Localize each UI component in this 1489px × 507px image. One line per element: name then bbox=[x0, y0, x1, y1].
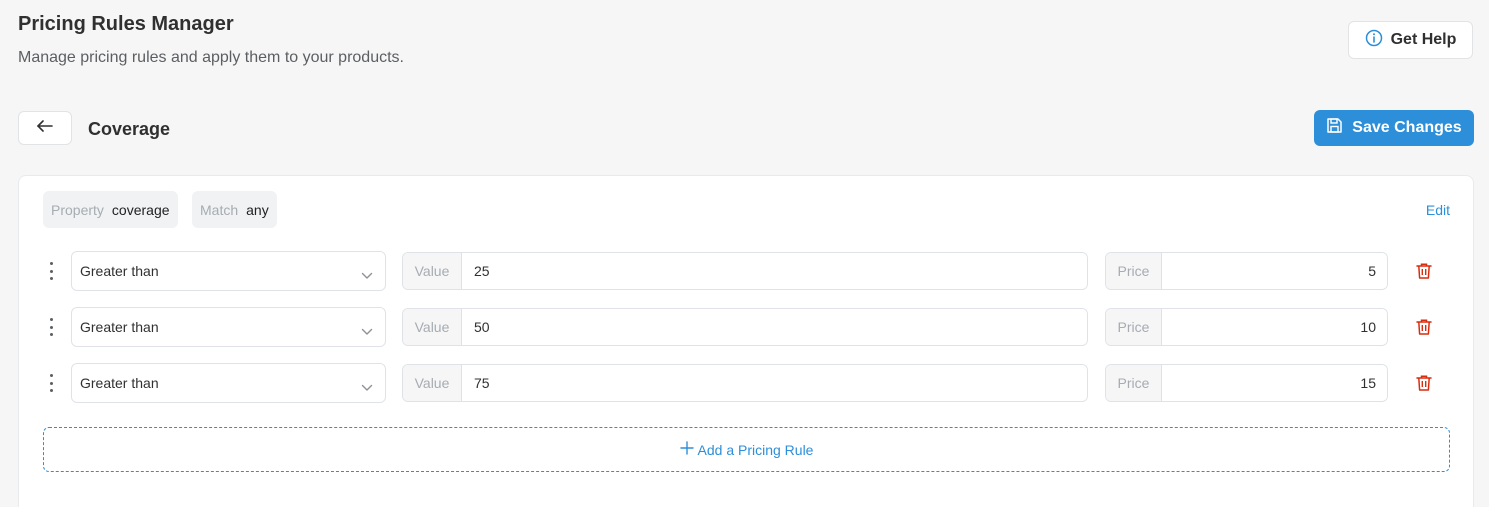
pricing-rules-card: Property coverage Match any Edit Greater… bbox=[18, 175, 1474, 507]
operator-select[interactable]: Greater than bbox=[71, 363, 386, 403]
drag-handle-icon[interactable] bbox=[47, 318, 55, 336]
value-input[interactable]: 75 bbox=[462, 365, 1087, 401]
add-pricing-rule-button[interactable]: Add a Pricing Rule bbox=[43, 427, 1450, 472]
price-input-group: Price 10 bbox=[1105, 308, 1388, 346]
price-input-group: Price 5 bbox=[1105, 252, 1388, 290]
get-help-button[interactable]: Get Help bbox=[1348, 21, 1473, 59]
value-input[interactable]: 50 bbox=[462, 309, 1087, 345]
price-input-group: Price 15 bbox=[1105, 364, 1388, 402]
arrow-left-icon bbox=[36, 119, 54, 138]
property-value: coverage bbox=[111, 201, 170, 218]
value-input-group: Value 50 bbox=[402, 308, 1088, 346]
operator-value: Greater than bbox=[80, 319, 159, 335]
pricing-rule-row: Greater than Value 25 Price 5 bbox=[19, 251, 1473, 291]
save-changes-button[interactable]: Save Changes bbox=[1314, 110, 1474, 146]
value-input-group: Value 25 bbox=[402, 252, 1088, 290]
match-key: Match bbox=[200, 201, 239, 218]
get-help-label: Get Help bbox=[1390, 31, 1457, 48]
page-subtitle: Manage pricing rules and apply them to y… bbox=[18, 49, 404, 66]
add-pricing-rule-label: Add a Pricing Rule bbox=[697, 441, 814, 458]
match-value: any bbox=[246, 201, 269, 218]
section-title: Coverage bbox=[88, 119, 171, 139]
operator-select[interactable]: Greater than bbox=[71, 307, 386, 347]
value-prefix-label: Value bbox=[403, 253, 462, 289]
plus-icon bbox=[679, 441, 694, 458]
price-prefix-label: Price bbox=[1106, 365, 1162, 401]
trash-icon[interactable] bbox=[1415, 262, 1433, 280]
value-prefix-label: Value bbox=[403, 365, 462, 401]
edit-link[interactable]: Edit bbox=[1426, 202, 1450, 218]
price-input[interactable]: 15 bbox=[1162, 365, 1387, 401]
operator-value: Greater than bbox=[80, 375, 159, 391]
operator-value: Greater than bbox=[80, 263, 159, 279]
price-input[interactable]: 10 bbox=[1162, 309, 1387, 345]
price-prefix-label: Price bbox=[1106, 253, 1162, 289]
value-prefix-label: Value bbox=[403, 309, 462, 345]
match-chip: Match any bbox=[192, 191, 277, 228]
price-prefix-label: Price bbox=[1106, 309, 1162, 345]
pricing-rule-row: Greater than Value 75 Price 15 bbox=[19, 363, 1473, 403]
property-key: Property bbox=[51, 201, 104, 218]
price-input[interactable]: 5 bbox=[1162, 253, 1387, 289]
page-title: Pricing Rules Manager bbox=[18, 13, 234, 35]
trash-icon[interactable] bbox=[1415, 318, 1433, 336]
floppy-disk-icon bbox=[1326, 117, 1343, 139]
value-input-group: Value 75 bbox=[402, 364, 1088, 402]
operator-select[interactable]: Greater than bbox=[71, 251, 386, 291]
drag-handle-icon[interactable] bbox=[47, 262, 55, 280]
pricing-rule-row: Greater than Value 50 Price 10 bbox=[19, 307, 1473, 347]
chevron-down-icon bbox=[361, 267, 373, 283]
value-input[interactable]: 25 bbox=[462, 253, 1087, 289]
trash-icon[interactable] bbox=[1415, 374, 1433, 392]
back-button[interactable] bbox=[18, 111, 72, 145]
chevron-down-icon bbox=[361, 379, 373, 395]
chevron-down-icon bbox=[361, 323, 373, 339]
save-changes-label: Save Changes bbox=[1352, 119, 1462, 136]
drag-handle-icon[interactable] bbox=[47, 374, 55, 392]
info-icon bbox=[1365, 29, 1383, 52]
property-chip: Property coverage bbox=[43, 191, 178, 228]
